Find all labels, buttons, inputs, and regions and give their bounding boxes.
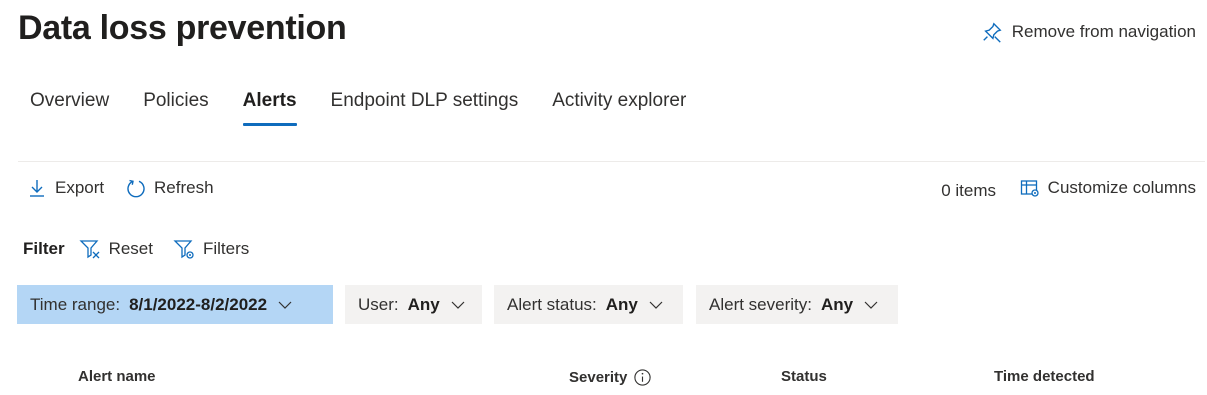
- reset-label: Reset: [108, 239, 153, 258]
- column-header-label: Time detected: [994, 368, 1095, 385]
- page-title: Data loss prevention: [18, 9, 347, 47]
- divider: [18, 161, 1205, 162]
- filters-button[interactable]: Filters: [173, 238, 249, 260]
- reset-filters-button[interactable]: Reset: [78, 238, 153, 260]
- filter-label: Filter: [23, 239, 65, 258]
- filter-bar: Filter Reset Filters: [23, 238, 269, 260]
- customize-columns-icon: [1020, 180, 1039, 197]
- tab-endpoint-dlp-settings[interactable]: Endpoint DLP settings: [331, 90, 519, 126]
- tab-policies[interactable]: Policies: [143, 90, 208, 126]
- customize-columns-label: Customize columns: [1047, 178, 1196, 197]
- items-count: 0 items: [941, 181, 996, 200]
- customize-columns-button[interactable]: Customize columns: [1020, 178, 1196, 198]
- tab-alerts[interactable]: Alerts: [242, 90, 297, 126]
- column-header-label: Status: [781, 368, 827, 385]
- user-filter-label: User:: [358, 294, 399, 314]
- user-filter-value: Any: [407, 294, 440, 314]
- time-range-label: Time range:: [30, 294, 121, 314]
- info-icon[interactable]: [633, 368, 652, 387]
- refresh-button[interactable]: Refresh: [126, 178, 214, 198]
- filter-clear-icon: [78, 240, 100, 259]
- time-range-filter[interactable]: Time range: 8/1/2022-8/2/2022: [17, 285, 333, 324]
- refresh-icon: [127, 179, 145, 198]
- column-header-label: Severity: [569, 369, 628, 386]
- export-label: Export: [55, 178, 105, 197]
- chevron-down-icon: [864, 301, 878, 309]
- column-header-severity[interactable]: Severity: [569, 368, 652, 387]
- alert-status-value: Any: [605, 294, 638, 314]
- time-range-value: 8/1/2022-8/2/2022: [129, 294, 268, 314]
- user-filter[interactable]: User: Any: [345, 285, 482, 324]
- remove-nav-label: Remove from navigation: [1011, 22, 1196, 41]
- alert-status-label: Alert status:: [507, 294, 597, 314]
- download-icon: [30, 180, 44, 197]
- unpin-icon: [982, 22, 1002, 43]
- tab-overview[interactable]: Overview: [30, 90, 109, 126]
- column-header-status[interactable]: Status: [781, 368, 827, 385]
- alert-severity-filter[interactable]: Alert severity: Any: [696, 285, 898, 324]
- chevron-down-icon: [278, 301, 292, 309]
- tab-activity-explorer[interactable]: Activity explorer: [552, 90, 686, 126]
- export-button[interactable]: Export: [27, 178, 104, 198]
- column-header-label: Alert name: [78, 368, 156, 385]
- remove-from-navigation-button[interactable]: Remove from navigation: [981, 21, 1196, 43]
- filter-settings-icon: [173, 240, 194, 259]
- chevron-down-icon: [451, 301, 465, 309]
- filters-label: Filters: [202, 239, 250, 258]
- alert-severity-value: Any: [820, 294, 854, 314]
- chevron-down-icon: [649, 301, 663, 309]
- alert-severity-label: Alert severity:: [709, 294, 812, 314]
- column-header-alert-name[interactable]: Alert name: [78, 368, 156, 385]
- alert-status-filter[interactable]: Alert status: Any: [494, 285, 683, 324]
- column-header-time-detected[interactable]: Time detected: [994, 368, 1095, 385]
- refresh-label: Refresh: [154, 178, 214, 197]
- tab-bar: Overview Policies Alerts Endpoint DLP se…: [30, 90, 686, 126]
